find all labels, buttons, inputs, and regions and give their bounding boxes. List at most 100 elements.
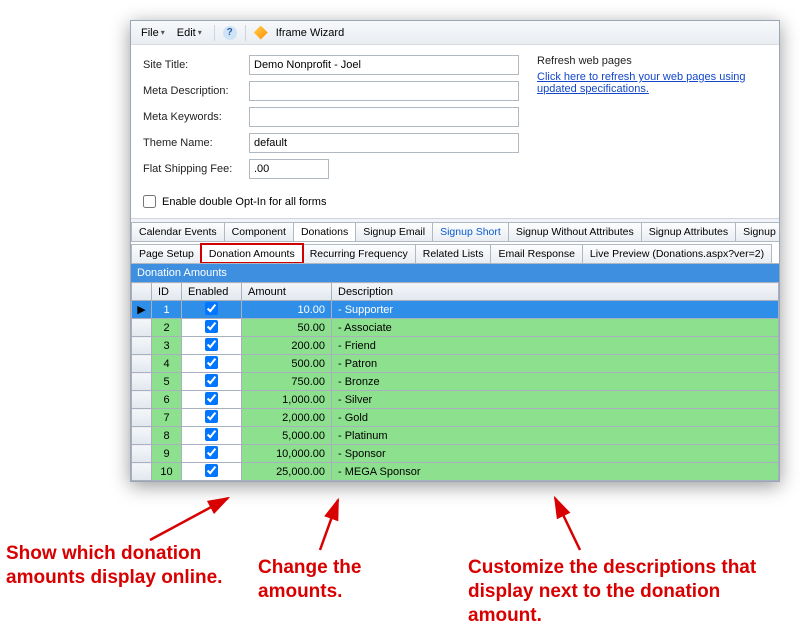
cell-enabled[interactable] (182, 463, 242, 481)
table-row[interactable]: 2 50.00- Associate (132, 319, 779, 337)
row-header[interactable] (132, 445, 152, 463)
row-header[interactable] (132, 427, 152, 445)
cell-description[interactable]: - Supporter (332, 301, 779, 319)
enabled-checkbox[interactable] (205, 392, 218, 405)
cell-id[interactable]: 9 (152, 445, 182, 463)
cell-id[interactable]: 5 (152, 373, 182, 391)
subtab-email-response[interactable]: Email Response (490, 244, 582, 263)
cell-id[interactable]: 6 (152, 391, 182, 409)
cell-description[interactable]: - Bronze (332, 373, 779, 391)
menu-file[interactable]: File▾ (137, 25, 169, 41)
cell-enabled[interactable] (182, 427, 242, 445)
cell-enabled[interactable] (182, 355, 242, 373)
wizard-icon (254, 26, 268, 40)
cell-description[interactable]: - Friend (332, 337, 779, 355)
cell-id[interactable]: 4 (152, 355, 182, 373)
cell-description[interactable]: - MEGA Sponsor (332, 463, 779, 481)
cell-description[interactable]: - Associate (332, 319, 779, 337)
table-row[interactable]: 9 10,000.00- Sponsor (132, 445, 779, 463)
enabled-checkbox[interactable] (205, 302, 218, 315)
enabled-checkbox[interactable] (205, 356, 218, 369)
cell-enabled[interactable] (182, 373, 242, 391)
cell-amount[interactable]: 1,000.00 (242, 391, 332, 409)
row-header[interactable]: ▶ (132, 301, 152, 319)
cell-id[interactable]: 10 (152, 463, 182, 481)
cell-amount[interactable]: 750.00 (242, 373, 332, 391)
cell-amount[interactable]: 25,000.00 (242, 463, 332, 481)
col-enabled[interactable]: Enabled (182, 283, 242, 301)
help-icon[interactable]: ? (223, 26, 237, 40)
donation-grid[interactable]: ID Enabled Amount Description ▶110.00- S… (131, 282, 779, 481)
table-row[interactable]: 6 1,000.00- Silver (132, 391, 779, 409)
col-id[interactable]: ID (152, 283, 182, 301)
enabled-checkbox[interactable] (205, 446, 218, 459)
cell-id[interactable]: 7 (152, 409, 182, 427)
enabled-checkbox[interactable] (205, 374, 218, 387)
tab-calendar-events[interactable]: Calendar Events (131, 222, 225, 241)
enabled-checkbox[interactable] (205, 464, 218, 477)
cell-id[interactable]: 8 (152, 427, 182, 445)
subtab-donation-amounts[interactable]: Donation Amounts (201, 244, 303, 263)
cell-enabled[interactable] (182, 391, 242, 409)
cell-amount[interactable]: 2,000.00 (242, 409, 332, 427)
enabled-checkbox[interactable] (205, 410, 218, 423)
meta-keywords-input[interactable] (249, 107, 519, 127)
cell-enabled[interactable] (182, 445, 242, 463)
col-description[interactable]: Description (332, 283, 779, 301)
tab-signup-post[interactable]: Signup Post (735, 222, 779, 241)
cell-enabled[interactable] (182, 409, 242, 427)
cell-id[interactable]: 3 (152, 337, 182, 355)
cell-amount[interactable]: 50.00 (242, 319, 332, 337)
enabled-checkbox[interactable] (205, 428, 218, 441)
optin-checkbox[interactable] (143, 195, 156, 208)
tab-signup-attributes[interactable]: Signup Attributes (641, 222, 736, 241)
site-title-input[interactable] (249, 55, 519, 75)
cell-description[interactable]: - Silver (332, 391, 779, 409)
tab-signup-short[interactable]: Signup Short (432, 222, 509, 241)
cell-amount[interactable]: 10,000.00 (242, 445, 332, 463)
table-row[interactable]: ▶1 10.00- Supporter (132, 301, 779, 319)
shipping-input[interactable] (249, 159, 329, 179)
cell-description[interactable]: - Gold (332, 409, 779, 427)
row-header[interactable] (132, 337, 152, 355)
table-row[interactable]: 4 500.00- Patron (132, 355, 779, 373)
meta-desc-input[interactable] (249, 81, 519, 101)
cell-id[interactable]: 2 (152, 319, 182, 337)
col-amount[interactable]: Amount (242, 283, 332, 301)
cell-amount[interactable]: 200.00 (242, 337, 332, 355)
table-row[interactable]: 3 200.00- Friend (132, 337, 779, 355)
cell-enabled[interactable] (182, 337, 242, 355)
cell-id[interactable]: 1 (152, 301, 182, 319)
cell-amount[interactable]: 500.00 (242, 355, 332, 373)
row-header[interactable] (132, 409, 152, 427)
cell-enabled[interactable] (182, 319, 242, 337)
tab-donations[interactable]: Donations (293, 222, 356, 241)
tab-component[interactable]: Component (224, 222, 294, 241)
subtab-live-preview-donations-aspx-ver-2-[interactable]: Live Preview (Donations.aspx?ver=2) (582, 244, 772, 263)
row-header[interactable] (132, 373, 152, 391)
cell-description[interactable]: - Platinum (332, 427, 779, 445)
row-header[interactable] (132, 319, 152, 337)
subtab-page-setup[interactable]: Page Setup (131, 244, 202, 263)
table-row[interactable]: 10 25,000.00- MEGA Sponsor (132, 463, 779, 481)
cell-description[interactable]: - Sponsor (332, 445, 779, 463)
cell-enabled[interactable] (182, 301, 242, 319)
tab-signup-email[interactable]: Signup Email (355, 222, 433, 241)
theme-input[interactable] (249, 133, 519, 153)
enabled-checkbox[interactable] (205, 320, 218, 333)
row-header[interactable] (132, 355, 152, 373)
tab-signup-without-attributes[interactable]: Signup Without Attributes (508, 222, 642, 241)
table-row[interactable]: 5 750.00- Bronze (132, 373, 779, 391)
cell-description[interactable]: - Patron (332, 355, 779, 373)
cell-amount[interactable]: 5,000.00 (242, 427, 332, 445)
refresh-link[interactable]: Click here to refresh your web pages usi… (537, 71, 767, 95)
subtab-related-lists[interactable]: Related Lists (415, 244, 492, 263)
table-row[interactable]: 8 5,000.00- Platinum (132, 427, 779, 445)
row-header[interactable] (132, 391, 152, 409)
menu-edit[interactable]: Edit▾ (173, 25, 206, 41)
table-row[interactable]: 7 2,000.00- Gold (132, 409, 779, 427)
enabled-checkbox[interactable] (205, 338, 218, 351)
subtab-recurring-frequency[interactable]: Recurring Frequency (302, 244, 416, 263)
cell-amount[interactable]: 10.00 (242, 301, 332, 319)
row-header[interactable] (132, 463, 152, 481)
